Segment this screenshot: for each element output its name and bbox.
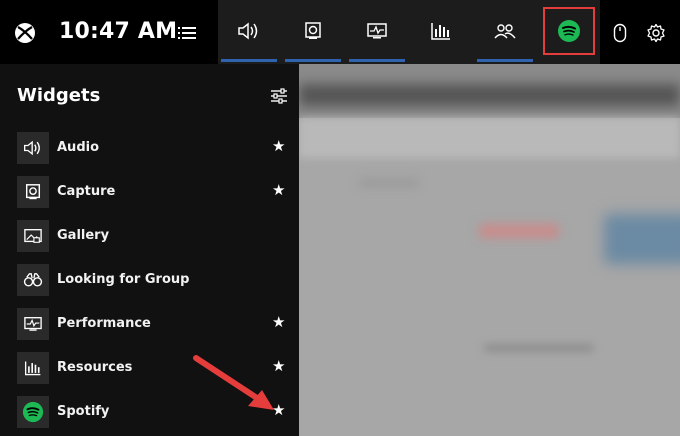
annotation-arrow xyxy=(193,355,274,410)
favorite-star-icon[interactable]: ★ xyxy=(272,182,286,198)
blurred-header-band xyxy=(299,84,680,106)
audio-widget-button[interactable] xyxy=(221,0,277,62)
gallery-icon xyxy=(24,229,42,243)
widget-item-label: Capture xyxy=(57,184,116,199)
blurred-element xyxy=(359,179,419,187)
gear-icon xyxy=(647,23,665,43)
performance-icon xyxy=(24,317,42,331)
blurred-background xyxy=(299,64,680,436)
performance-widget-button[interactable] xyxy=(349,0,405,62)
widget-item-performance[interactable]: Performance ★ xyxy=(17,308,299,342)
widget-icon-tile xyxy=(17,176,49,208)
active-indicator xyxy=(349,59,405,62)
capture-widget-button[interactable] xyxy=(285,0,341,62)
people-icon xyxy=(494,24,516,39)
active-indicator xyxy=(477,59,533,62)
widget-icon-tile xyxy=(17,308,49,340)
spotify-icon xyxy=(22,401,44,423)
active-indicator xyxy=(221,59,277,62)
widget-item-capture[interactable]: Capture ★ xyxy=(17,176,299,210)
widget-item-label: Gallery xyxy=(57,228,110,243)
widget-icon-tile xyxy=(17,396,49,428)
active-indicator xyxy=(285,59,341,62)
widget-item-label: Performance xyxy=(57,316,151,331)
resources-icon xyxy=(431,23,450,40)
widget-icon-tile xyxy=(17,352,49,384)
looking-for-group-widget-button[interactable] xyxy=(477,0,533,62)
xbox-icon[interactable] xyxy=(14,22,36,44)
top-bar: 10:47 AM xyxy=(0,0,680,64)
mouse-button[interactable] xyxy=(607,20,633,46)
resources-icon xyxy=(24,361,41,376)
favorite-star-icon[interactable]: ★ xyxy=(272,314,286,330)
panel-title: Widgets xyxy=(17,85,101,106)
widget-item-audio[interactable]: Audio ★ xyxy=(17,132,299,166)
resources-widget-button[interactable] xyxy=(413,0,469,62)
capture-icon xyxy=(305,22,321,39)
speaker-icon xyxy=(238,22,258,40)
list-icon[interactable] xyxy=(178,26,196,40)
blurred-band xyxy=(299,118,680,158)
widget-item-label: Resources xyxy=(57,360,133,375)
clock: 10:47 AM xyxy=(59,19,178,44)
widget-item-label: Spotify xyxy=(57,404,110,419)
favorite-star-icon[interactable]: ★ xyxy=(272,138,286,154)
filter-settings-icon[interactable] xyxy=(270,88,288,104)
blurred-element xyxy=(484,344,594,352)
widget-item-label: Audio xyxy=(57,140,100,155)
blurred-element xyxy=(604,214,680,264)
widget-icon-tile xyxy=(17,220,49,252)
widget-icon-tile xyxy=(17,132,49,164)
mouse-icon xyxy=(613,23,627,43)
widget-item-gallery[interactable]: Gallery xyxy=(17,220,299,254)
widget-item-label: Looking for Group xyxy=(57,272,190,287)
speaker-icon xyxy=(24,140,40,156)
performance-icon xyxy=(367,23,387,39)
blurred-element xyxy=(479,224,559,238)
capture-icon xyxy=(25,184,41,200)
settings-button[interactable] xyxy=(643,20,669,46)
widget-icon-tile xyxy=(17,264,49,296)
spotify-highlight-box xyxy=(543,7,595,55)
binoculars-icon xyxy=(23,273,43,287)
widget-item-looking-for-group[interactable]: Looking for Group xyxy=(17,264,299,298)
